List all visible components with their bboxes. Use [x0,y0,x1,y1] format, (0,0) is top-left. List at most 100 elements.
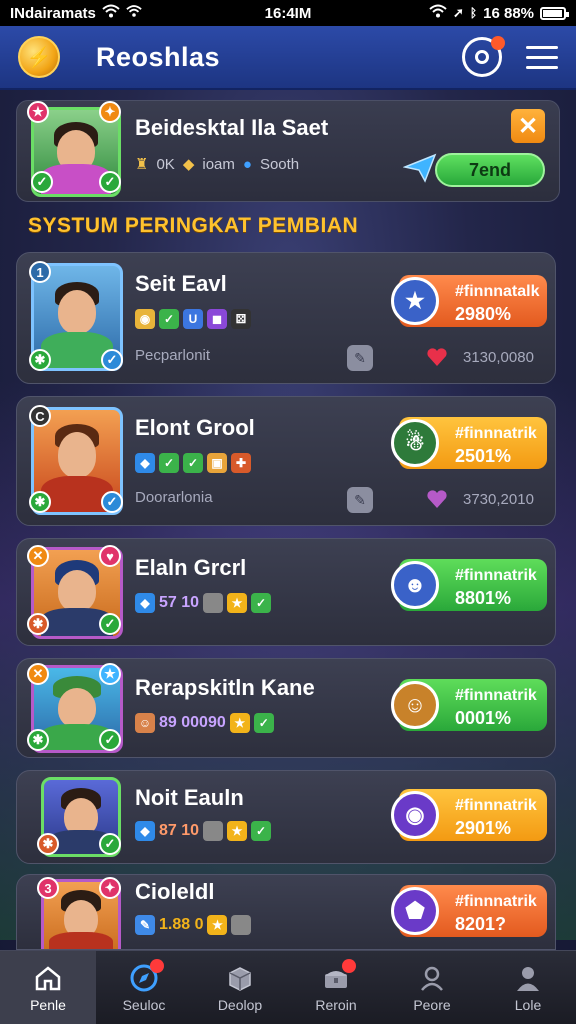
leaderboard-row[interactable]: 3 ✦ Cioleldl ✎ 1.88 0 ★ ⬟ #finnnatrik 82… [16,874,556,950]
nav-item-chest[interactable]: Reroin [288,951,384,1024]
home-icon [33,963,63,993]
diamond-chip-icon: ◆ [135,821,155,841]
heart-icon [427,490,447,508]
star-badge-icon: ✱ [27,729,49,751]
globe-icon: ● [242,155,252,173]
star-chip-icon: ★ [227,821,248,841]
player-name: Elont Grool [135,415,255,440]
stat-pill[interactable]: ☃ #finnnatrik 2501% [391,417,547,469]
notification-dot-icon [491,36,505,50]
stat-pill[interactable]: ★ #finnnatalk 2980% [391,275,547,327]
status-bar: INdairamats 16:4IM ➚ ᛒ 16 88% [0,0,576,26]
nav-item-user[interactable]: Lole [480,951,576,1024]
battery-icon [540,6,569,20]
leaderboard-row[interactable]: ✱ ✓ Noit Eauln ◆ 87 10 ★ ✓ ◉ #finnnatrik… [16,770,556,864]
stat-pill[interactable]: ◉ #finnnatrik 2901% [391,789,547,841]
x-badge-icon: ✕ [27,663,49,685]
profile-icon [417,963,447,993]
featured-meta-2: ioam [202,155,235,173]
leaderboard-row[interactable]: 1 ✱ ✓ Seit Eavl ◉ ✓ U ◼ ⚄ Pecparlonit ✎ … [16,252,556,384]
check-badge-icon: ✓ [101,349,123,371]
player-subtitle: Doorarlonia [135,489,213,506]
send-icon[interactable] [403,153,437,183]
featured-meta: ♜ 0K ◆ ioam ● Sooth [135,155,300,174]
stat-pill[interactable]: ☻ #finnnatrik 8801% [391,559,547,611]
stat-value: 2501% [455,446,512,466]
carrier-label: INdairamats [10,4,96,22]
star-badge-icon: ✱ [37,833,59,855]
nav-item-compass[interactable]: Seuloc [96,951,192,1024]
coin-chip-icon: ◉ [135,309,155,329]
notification-dot-icon [342,959,356,973]
trophy-icon: ♜ [135,156,149,173]
notification-dot-icon [150,959,164,973]
monkey-orb-icon: ☺ [391,681,439,729]
stat-pill[interactable]: ☺ #finnnatrik 0001% [391,679,547,731]
nav-item-box[interactable]: Deolop [192,951,288,1024]
stat-title: #finnnatalk [455,283,540,300]
page-title: Reoshlas [96,41,221,72]
featured-player-name: Beidesktal Ila Saet [135,115,329,140]
stat-value: 0001% [455,708,512,728]
stat-title: #finnnatrik [455,425,537,442]
check-chip-icon: ✓ [251,593,272,613]
character-chip-icon: ☺ [135,713,155,733]
nav-item-home[interactable]: Penle [0,951,96,1024]
nav-label: Deolop [217,996,263,1013]
player-name: Elaln Grcrl [135,555,247,580]
bluetooth-icon: ᛒ [469,6,478,20]
wifi-status-icon [429,4,447,22]
stat-pill[interactable]: ⬟ #finnnatrik 8201? [391,885,547,937]
check-chip-icon: ✓ [159,453,179,473]
mask-orb-icon: ☻ [391,561,439,609]
featured-meta-3: Sooth [259,155,300,173]
chip-value: 87 10 [159,822,200,839]
player-name: Cioleldl [135,879,215,904]
check-badge-icon: ✓ [101,491,123,513]
leaderboard-row[interactable]: ✕ ♥ ✱ ✓ Elaln Grcrl ◆ 57 10 ★ ✓ ☻ #finnn… [16,538,556,646]
check-badge-icon: ✓ [99,833,121,855]
stat-title: #finnnatrik [455,567,537,584]
flame-badge-icon: ✦ [99,101,121,123]
rank-badge-icon: C [29,405,51,427]
leaderboard-row[interactable]: ✕ ★ ✱ ✓ Rerapskitln Kane ☺ 89 00090 ★ ✓ … [16,658,556,758]
chip-value: 89 00090 [159,714,226,731]
check-chip-icon: ✓ [183,453,203,473]
shield-chip-icon: U [183,309,203,329]
close-button[interactable]: ✕ [511,109,545,143]
box-icon [225,963,255,993]
player-item-chips: ✎ 1.88 0 ★ [135,915,252,935]
player-item-chips: ◉ ✓ U ◼ ⚄ [135,309,251,329]
nav-label: Peore [413,996,451,1013]
app-logo-icon[interactable]: ⚡ [18,36,60,78]
menu-bar-icon [526,65,558,69]
wifi-icon-secondary [126,4,142,22]
status-time: 16:4IM [264,4,312,22]
edit-button[interactable]: ✎ [347,487,373,513]
star-badge-icon: ✱ [29,491,51,513]
stat-value: 8801% [455,588,512,608]
player-name: Noit Eauln [135,785,244,810]
menu-bar-icon [526,45,558,49]
check-badge-icon: ✓ [99,171,121,193]
check-chip-icon: ✓ [251,821,272,841]
featured-player-card[interactable]: ★ ✦ ✓ ✓ Beidesktal Ila Saet ♜ 0K ◆ ioam … [16,100,560,202]
edit-button[interactable]: ✎ [347,345,373,371]
chat-button[interactable] [462,36,505,77]
check-chip-icon: ✓ [159,309,179,329]
featured-meta-1: 0K [156,155,175,173]
player-score: 3730,2010 [463,491,534,508]
bottom-nav: Penle Seuloc Deolop Reroin Peore Lole [0,950,576,1024]
box-chip-icon: ▣ [207,453,227,473]
shield-orb-icon: ⬟ [391,887,439,935]
user-icon [513,963,543,993]
dice-chip-icon: ⚄ [231,309,251,329]
orb-icon: ◉ [391,791,439,839]
card-chip-icon [231,915,252,935]
nav-label: Lole [514,996,542,1013]
send-button[interactable]: 7end [435,153,545,187]
nav-item-profile[interactable]: Peore [384,951,480,1024]
leaderboard-row[interactable]: C ✱ ✓ Elont Grool ◆ ✓ ✓ ▣ ✚ Doorarlonia … [16,396,556,526]
chat-icon [475,50,489,64]
menu-button[interactable] [526,45,558,69]
